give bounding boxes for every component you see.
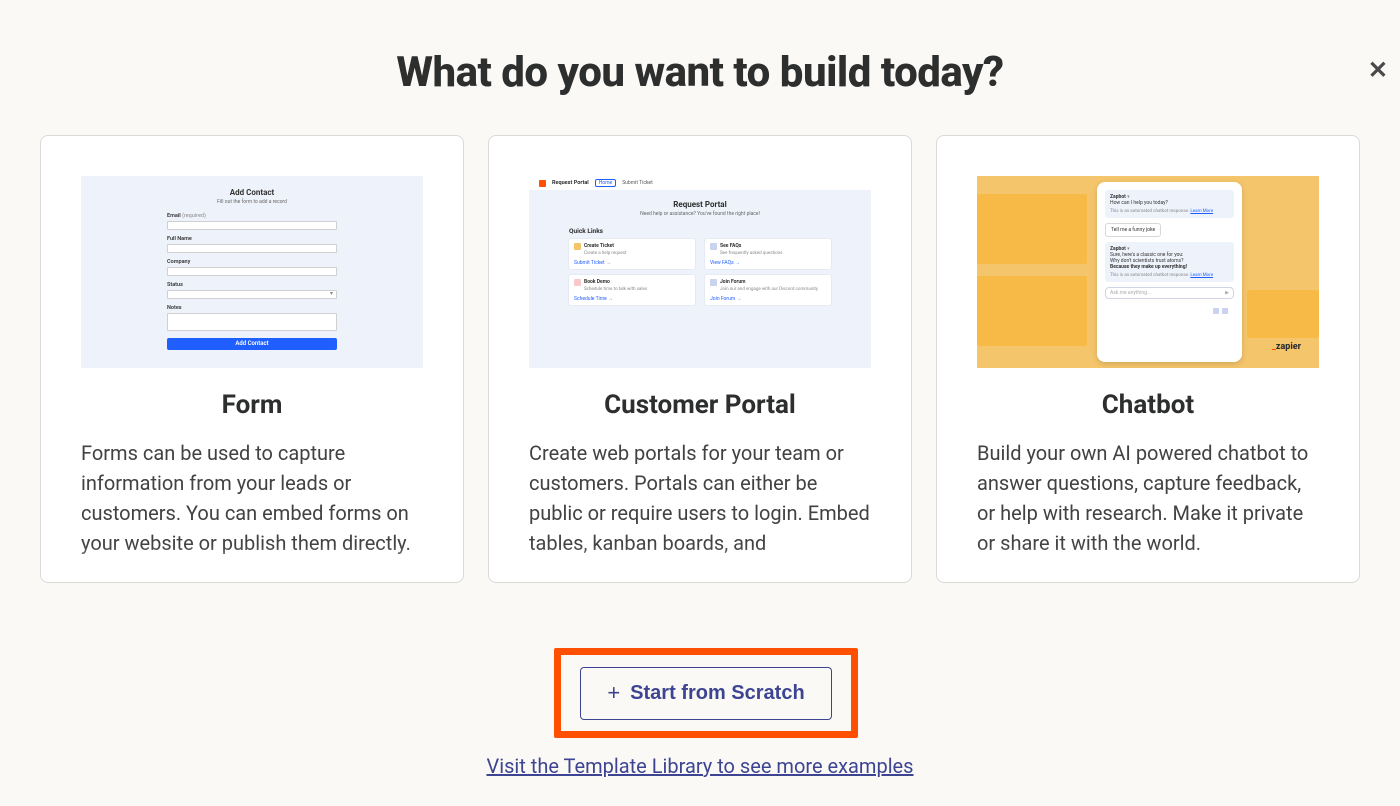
preview-label: Status: [167, 282, 337, 288]
page-title: What do you want to build today?: [0, 48, 1400, 97]
preview-title: Request Portal: [529, 200, 871, 209]
highlight-box: + Start from Scratch: [554, 648, 858, 738]
preview-section-heading: Quick Links: [569, 227, 871, 235]
preview-brand: Request Portal: [552, 180, 589, 186]
preview-quicklink-card: See FAQs See frequently asked questions …: [705, 239, 831, 269]
logo-icon: [539, 180, 546, 187]
preview-quicklink-card: Book Demo Schedule time to talk with sal…: [569, 275, 695, 305]
forum-icon: [710, 279, 717, 286]
preview-chatbot: zapier Zapbot ▾ How can I help you today…: [977, 176, 1319, 368]
zapier-logo: zapier: [1272, 342, 1301, 352]
preview-form: Add Contact Fill out the form to add a r…: [81, 176, 423, 368]
preview-quicklink-card: Join Forum Join our and engage with our …: [705, 275, 831, 305]
refresh-icon: [1222, 308, 1228, 314]
preview-tab: Submit Ticket: [622, 180, 653, 186]
card-customer-portal[interactable]: Request Portal Home Submit Ticket Reques…: [488, 135, 912, 583]
template-cards: Add Contact Fill out the form to add a r…: [0, 135, 1400, 583]
preview-subtitle: Need help or assistance? You've found th…: [529, 211, 871, 217]
plus-icon: +: [607, 682, 620, 704]
preview-input: [167, 267, 337, 276]
preview-label: Notes: [167, 305, 337, 311]
card-title: Chatbot: [937, 390, 1359, 420]
ticket-icon: [574, 243, 581, 250]
card-title: Form: [41, 390, 463, 420]
close-icon[interactable]: ✕: [1364, 54, 1392, 86]
preview-user-msg: Tell me a funny joke: [1105, 223, 1161, 237]
preview-label: Email (required): [167, 213, 337, 219]
card-description: Build your own AI powered chatbot to ans…: [977, 438, 1319, 582]
preview-input: [167, 244, 337, 253]
preview-textarea: [167, 313, 337, 331]
preview-chat-input: Ask me anything... ▶: [1105, 287, 1234, 299]
preview-chat-window: Zapbot ▾ How can I help you today? This …: [1097, 182, 1242, 362]
preview-subtitle: Fill out the form to add a record: [167, 199, 337, 205]
preview-portal: Request Portal Home Submit Ticket Reques…: [529, 176, 871, 368]
card-form[interactable]: Add Contact Fill out the form to add a r…: [40, 135, 464, 583]
preview-tab: Home: [595, 179, 616, 187]
preview-label: Company: [167, 259, 337, 265]
preview-input: [167, 221, 337, 230]
preview-submit-button: Add Contact: [167, 338, 337, 350]
card-description: Forms can be used to capture information…: [81, 438, 423, 582]
card-chatbot[interactable]: zapier Zapbot ▾ How can I help you today…: [936, 135, 1360, 583]
preview-quicklinks: Create Ticket Create a help request Subm…: [569, 239, 831, 305]
card-description: Create web portals for your team or cust…: [529, 438, 871, 582]
card-title: Customer Portal: [489, 390, 911, 420]
preview-label: Full Name: [167, 236, 337, 242]
start-from-scratch-button[interactable]: + Start from Scratch: [580, 667, 831, 720]
send-icon: ▶: [1225, 290, 1229, 296]
preview-quicklink-card: Create Ticket Create a help request Subm…: [569, 239, 695, 269]
preview-title: Add Contact: [167, 188, 337, 197]
copy-icon: [1213, 308, 1219, 314]
calendar-icon: [574, 279, 581, 286]
preview-select: [167, 290, 337, 299]
faq-icon: [710, 243, 717, 250]
start-from-scratch-label: Start from Scratch: [630, 682, 805, 705]
